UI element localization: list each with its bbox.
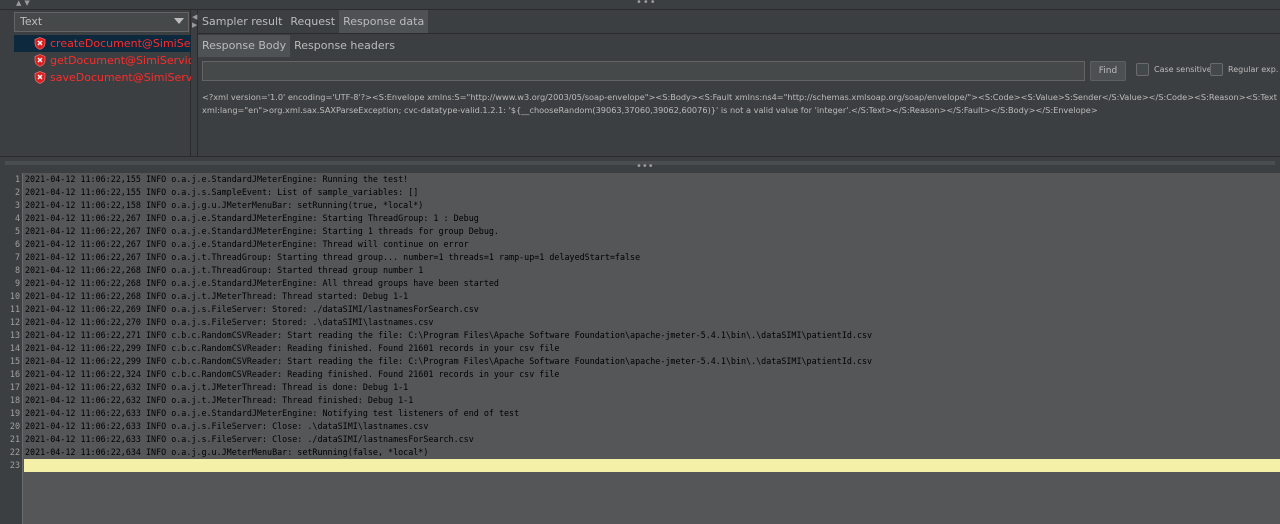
drag-handle-icon[interactable]: •••: [636, 0, 657, 8]
top-split-divider[interactable]: ▲▼ •••: [0, 0, 1280, 10]
tree-item-create-document[interactable]: createDocument@SimiService.wsdl: [14, 35, 191, 52]
response-body-text: <?xml version='1.0' encoding='UTF-8'?><S…: [202, 92, 1277, 115]
log-line: 2021-04-12 11:06:22,267 INFO o.a.j.e.Sta…: [25, 213, 479, 223]
case-sensitive-label: Case sensitive: [1154, 65, 1212, 74]
line-number: 7: [14, 252, 20, 262]
log-line: [24, 459, 1280, 472]
line-number: 22: [9, 447, 20, 457]
response-subtabs: Response Body Response headers: [198, 35, 399, 57]
result-tabs: Sampler result Request Response data: [198, 10, 429, 33]
log-line: 2021-04-12 11:06:22,155 INFO o.a.j.s.Sam…: [25, 187, 419, 197]
tab-request[interactable]: Request: [286, 10, 339, 33]
error-shield-icon: [34, 54, 46, 67]
line-number: 6: [14, 239, 20, 249]
log-line: 2021-04-12 11:06:22,267 INFO o.a.j.e.Sta…: [25, 226, 499, 236]
line-number: 17: [9, 382, 20, 392]
log-line: 2021-04-12 11:06:22,633 INFO o.a.j.s.Fil…: [25, 421, 429, 431]
drag-handle-icon[interactable]: •••: [636, 161, 654, 172]
find-button[interactable]: Find: [1090, 61, 1126, 81]
log-line: 2021-04-12 11:06:22,633 INFO o.a.j.e.Sta…: [25, 408, 520, 418]
regular-exp-checkbox[interactable]: [1210, 63, 1223, 76]
tab-sampler-result[interactable]: Sampler result: [198, 10, 286, 33]
line-number: 19: [9, 408, 20, 418]
log-line: 2021-04-12 11:06:22,267 INFO o.a.j.e.Sta…: [25, 239, 469, 249]
results-tree-container: Text createDocument@SimiService.wsdl get…: [12, 10, 191, 156]
results-tree-panel: Text createDocument@SimiService.wsdl get…: [0, 10, 191, 156]
line-number: 1: [14, 174, 20, 184]
horizontal-split-divider[interactable]: •••: [0, 156, 1280, 174]
log-line: 2021-04-12 11:06:22,268 INFO o.a.j.e.Sta…: [25, 278, 499, 288]
log-line: 2021-04-12 11:06:22,271 INFO c.b.c.Rando…: [25, 330, 873, 340]
line-number: 14: [9, 343, 20, 353]
line-number: 18: [9, 395, 20, 405]
tab-response-data[interactable]: Response data: [339, 10, 429, 33]
line-number: 11: [9, 304, 20, 314]
log-line: 2021-04-12 11:06:22,634 INFO o.a.j.g.u.J…: [25, 447, 429, 457]
tree-item-label: getDocument@SimiService.wsdl: [50, 54, 191, 67]
log-line: 2021-04-12 11:06:22,268 INFO o.a.j.t.JMe…: [25, 291, 409, 301]
log-line: 2021-04-12 11:06:22,267 INFO o.a.j.t.Thr…: [25, 252, 641, 262]
search-input[interactable]: [202, 61, 1085, 81]
error-shield-icon: [34, 71, 46, 84]
collapse-arrows-icon[interactable]: ▲▼: [16, 0, 33, 7]
tree-item-label: createDocument@SimiService.wsdl: [50, 37, 191, 50]
log-line: 2021-04-12 11:06:22,155 INFO o.a.j.e.Sta…: [25, 174, 409, 184]
log-line: 2021-04-12 11:06:22,158 INFO o.a.j.g.u.J…: [25, 200, 424, 210]
collapse-left-icon[interactable]: ◀ ▶: [192, 13, 197, 29]
line-number: 12: [9, 317, 20, 327]
log-line: 2021-04-12 11:06:22,268 INFO o.a.j.t.Thr…: [25, 265, 424, 275]
error-shield-icon: [34, 37, 46, 50]
line-number: 4: [14, 213, 20, 223]
log-viewer[interactable]: 1 2 3 4 5 6 7 8 9 10 11 12 13 14 15 16 17 18 19 20 21 22 23 20…: [0, 173, 1280, 524]
line-number: 20: [9, 421, 20, 431]
log-line: 2021-04-12 11:06:22,632 INFO o.a.j.t.JMe…: [25, 382, 409, 392]
log-line: 2021-04-12 11:06:22,299 INFO c.b.c.Rando…: [25, 356, 873, 366]
line-number: 8: [14, 265, 20, 275]
line-number: 10: [9, 291, 20, 301]
tab-response-body[interactable]: Response Body: [198, 35, 291, 57]
line-number: 23: [9, 460, 20, 470]
log-line: 2021-04-12 11:06:22,633 INFO o.a.j.s.Fil…: [25, 434, 474, 444]
log-line: 2021-04-12 11:06:22,299 INFO c.b.c.Rando…: [25, 343, 560, 353]
renderer-select-value: Text: [20, 15, 43, 28]
line-number: 16: [9, 369, 20, 379]
renderer-select[interactable]: Text: [14, 12, 189, 32]
tree-item-save-document[interactable]: saveDocument@SimiService.wsdl: [14, 69, 191, 86]
line-number: 15: [9, 356, 20, 366]
log-line: 2021-04-12 11:06:22,632 INFO o.a.j.t.JMe…: [25, 395, 414, 405]
line-number: 13: [9, 330, 20, 340]
sample-tree: createDocument@SimiService.wsdl getDocum…: [14, 35, 191, 86]
log-line: 2021-04-12 11:06:22,269 INFO o.a.j.s.Fil…: [25, 304, 479, 314]
line-number-gutter: 1 2 3 4 5 6 7 8 9 10 11 12 13 14 15 16 17 18 19 20 21 22 23: [0, 173, 23, 524]
line-number: 5: [14, 226, 20, 236]
tree-item-get-document[interactable]: getDocument@SimiService.wsdl: [14, 52, 191, 69]
log-line: 2021-04-12 11:06:22,324 INFO c.b.c.Rando…: [25, 369, 560, 379]
log-line: 2021-04-12 11:06:22,270 INFO o.a.j.s.Fil…: [25, 317, 434, 327]
tab-divider: [198, 33, 1280, 34]
case-sensitive-checkbox[interactable]: [1136, 63, 1149, 76]
chevron-down-icon[interactable]: [174, 18, 184, 24]
result-details-panel: Sampler result Request Response data Res…: [198, 10, 1280, 156]
line-number: 9: [14, 278, 20, 288]
line-number: 21: [9, 434, 20, 444]
line-number: 3: [14, 200, 20, 210]
line-number: 2: [14, 187, 20, 197]
regular-exp-label: Regular exp.: [1228, 65, 1279, 74]
tab-response-headers[interactable]: Response headers: [290, 35, 399, 57]
tree-item-label: saveDocument@SimiService.wsdl: [50, 71, 191, 84]
log-text-area[interactable]: 2021-04-12 11:06:22,155 INFO o.a.j.e.Sta…: [24, 173, 1280, 472]
vertical-split-handle[interactable]: ◀ ▶: [191, 10, 198, 156]
